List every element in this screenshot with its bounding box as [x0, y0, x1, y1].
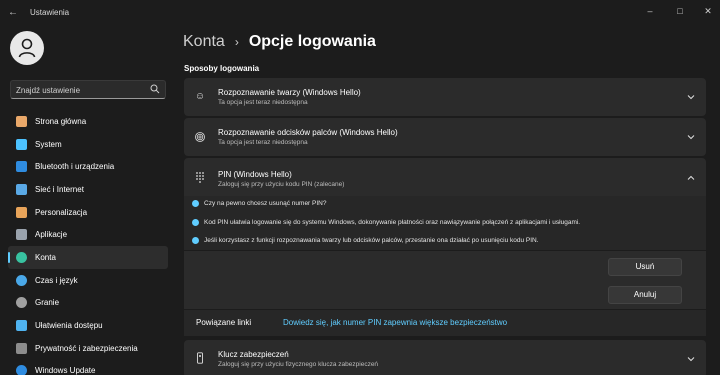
search-icon[interactable] — [150, 84, 160, 94]
info-line: Jeśli korzystasz z funkcji rozpoznawania… — [192, 237, 539, 244]
avatar[interactable] — [10, 31, 44, 65]
bluetooth-icon — [16, 161, 27, 173]
card-title: Rozpoznawanie odcisków palców (Windows H… — [218, 128, 398, 137]
card-title: Rozpoznawanie twarzy (Windows Hello) — [218, 88, 361, 97]
pin-card[interactable]: PIN (Windows Hello) Zaloguj się przy uży… — [184, 158, 706, 196]
search-box — [10, 80, 166, 99]
info-line: Kod PIN ułatwia logowanie się do systemu… — [192, 219, 580, 226]
chevron-right-icon: › — [234, 35, 239, 49]
info-icon — [192, 200, 199, 207]
info-text: Czy na pewno chcesz usunąć numer PIN? — [204, 200, 327, 207]
sidebar-item-label: Bluetooth i urządzenia — [35, 162, 115, 172]
title-bar: ← Ustawienia – □ ✕ — [0, 0, 720, 26]
user-icon — [18, 38, 36, 58]
sidebar-item-label: Aplikacje — [35, 230, 68, 240]
sidebar-item-label: System — [35, 139, 62, 149]
page-title: Opcje logowania — [248, 33, 376, 50]
home-icon — [16, 115, 27, 127]
card-title: Klucz zabezpieczeń — [218, 350, 289, 359]
back-arrow-icon[interactable]: ← — [6, 6, 20, 20]
key-icon — [194, 352, 206, 364]
sidebar-item-label: Prywatność i zabezpieczenia — [35, 343, 138, 353]
sidebar-item-label: Czas i język — [35, 275, 78, 285]
close-icon[interactable]: ✕ — [698, 4, 718, 18]
sidebar-item-label: Personalizacja — [35, 207, 88, 217]
chevron-down-icon[interactable] — [686, 132, 696, 142]
card-title: PIN (Windows Hello) — [218, 170, 292, 179]
face-icon: ☺ — [194, 91, 206, 102]
chevron-down-icon[interactable] — [686, 354, 696, 364]
sidebar-item-time-language[interactable]: Czas i język — [8, 269, 168, 292]
sidebar-item-apps[interactable]: Aplikacje — [8, 223, 168, 246]
cancel-button[interactable]: Anuluj — [608, 286, 682, 304]
card-subtitle: Ta opcja jest teraz niedostępna — [218, 139, 308, 146]
info-icon — [192, 237, 199, 244]
sidebar-item-accessibility[interactable]: Ułatwienia dostępu — [8, 314, 168, 337]
sidebar-item-windows-update[interactable]: Windows Update — [8, 360, 168, 375]
brush-icon — [16, 206, 27, 218]
sidebar-item-privacy[interactable]: Prywatność i zabezpieczenia — [8, 337, 168, 360]
apps-icon — [16, 229, 27, 241]
sidebar-item-label: Windows Update — [35, 366, 96, 375]
info-icon — [192, 219, 199, 226]
sidebar-item-label: Granie — [35, 298, 60, 308]
accessibility-icon — [16, 320, 27, 332]
sidebar-item-bluetooth[interactable]: Bluetooth i urządzenia — [8, 155, 168, 178]
security-key-card[interactable]: Klucz zabezpieczeń Zaloguj się przy użyc… — [184, 340, 706, 375]
card-subtitle: Zaloguj się przy użyciu fizycznego klucz… — [218, 361, 379, 368]
system-icon — [16, 138, 27, 150]
maximize-icon[interactable]: □ — [670, 4, 690, 18]
wifi-icon — [16, 183, 27, 195]
related-links-label: Powiązane linki — [196, 318, 252, 327]
fingerprint-card[interactable]: Rozpoznawanie odcisków palców (Windows H… — [184, 118, 706, 156]
card-subtitle: Zaloguj się przy użyciu kodu PIN (zaleca… — [218, 181, 345, 188]
update-icon — [16, 365, 27, 375]
minimize-icon[interactable]: – — [640, 4, 660, 18]
sidebar-item-label: Konta — [35, 252, 56, 262]
face-recognition-card[interactable]: ☺ Rozpoznawanie twarzy (Windows Hello) T… — [184, 78, 706, 116]
pin-security-link[interactable]: Dowiedz się, jak numer PIN zapewnia więk… — [283, 318, 507, 327]
sidebar-item-accounts[interactable]: Konta — [8, 246, 168, 269]
account-icon — [16, 251, 27, 263]
chevron-up-icon[interactable] — [686, 173, 696, 183]
sidebar-item-system[interactable]: System — [8, 133, 168, 156]
sidebar-nav: Strona główna System Bluetooth i urządze… — [8, 110, 168, 375]
gaming-icon — [16, 297, 27, 309]
sidebar-item-label: Ułatwienia dostępu — [35, 321, 103, 331]
sidebar-item-label: Strona główna — [35, 116, 87, 126]
info-text: Kod PIN ułatwia logowanie się do systemu… — [204, 219, 581, 226]
breadcrumb: Konta › Opcje logowania — [183, 33, 376, 51]
info-text: Jeśli korzystasz z funkcji rozpoznawania… — [204, 237, 539, 244]
section-title: Sposoby logowania — [184, 64, 260, 73]
sidebar-item-personalization[interactable]: Personalizacja — [8, 201, 168, 224]
search-input[interactable] — [16, 84, 146, 96]
sidebar-item-network[interactable]: Sieć i Internet — [8, 178, 168, 201]
shield-icon — [16, 342, 27, 354]
fingerprint-icon — [194, 131, 206, 143]
breadcrumb-parent[interactable]: Konta — [183, 33, 225, 51]
app-title: Ustawienia — [30, 8, 70, 17]
sidebar-item-gaming[interactable]: Granie — [8, 292, 168, 315]
pin-keypad-icon — [194, 171, 206, 183]
card-subtitle: Ta opcja jest teraz niedostępna — [218, 99, 308, 106]
sidebar-item-home[interactable]: Strona główna — [8, 110, 168, 133]
info-line: Czy na pewno chcesz usunąć numer PIN? — [192, 200, 326, 207]
remove-pin-button[interactable]: Usuń — [608, 258, 682, 276]
sidebar-item-label: Sieć i Internet — [35, 184, 84, 194]
chevron-down-icon[interactable] — [686, 92, 696, 102]
time-language-icon — [16, 274, 27, 286]
